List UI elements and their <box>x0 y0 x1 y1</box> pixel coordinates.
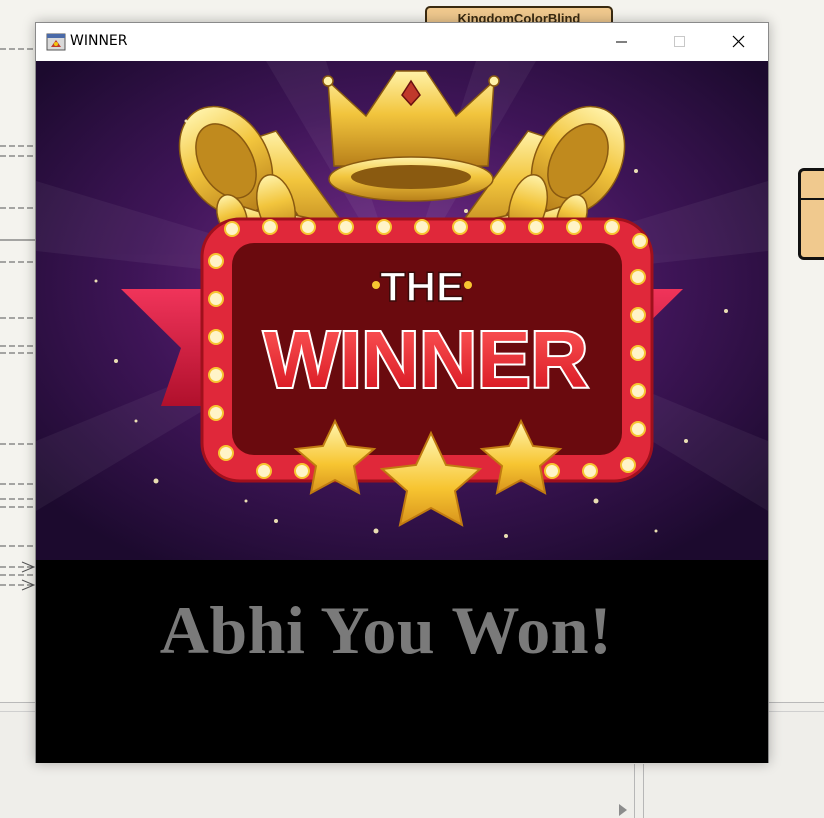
java-app-icon <box>46 33 66 51</box>
title-bar[interactable]: WINNER <box>36 23 768 61</box>
desktop: KingdomColorBlind WINNER THE WINNER Abhi… <box>0 0 824 818</box>
win-message: Abhi You Won! <box>159 592 613 668</box>
close-button[interactable] <box>709 23 767 61</box>
maximize-button[interactable] <box>650 23 708 61</box>
minimize-icon <box>616 41 627 43</box>
dialog-content: THE WINNER Abhi You Won! <box>36 61 768 763</box>
close-icon <box>732 35 745 48</box>
class-box[interactable] <box>798 168 824 260</box>
winner-dialog: WINNER THE WINNER Abhi You Won! <box>35 22 769 763</box>
banner-the-text: THE <box>380 263 464 310</box>
split-pane-divider[interactable] <box>634 764 644 818</box>
minimize-button[interactable] <box>592 23 650 61</box>
maximize-icon <box>674 36 685 47</box>
window-title: WINNER <box>70 33 128 49</box>
banner-winner-text: WINNER <box>264 315 588 404</box>
expand-arrow-icon[interactable] <box>619 804 627 816</box>
winner-banner-image: THE WINNER <box>36 61 768 560</box>
